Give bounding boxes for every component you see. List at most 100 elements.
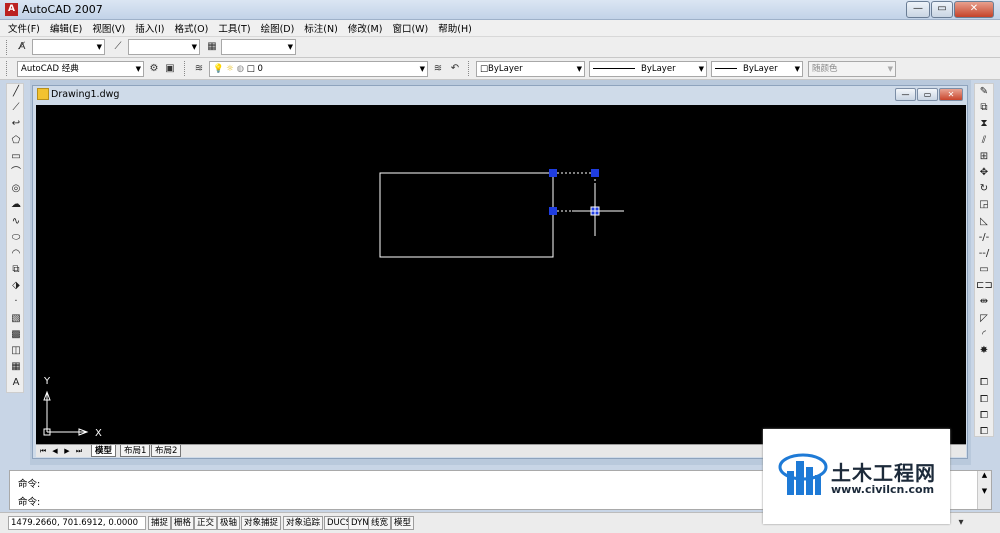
menu-file[interactable]: 文件(F) [8, 21, 40, 35]
make-layer-current-icon[interactable]: ≋ [430, 61, 446, 77]
insert-block-icon[interactable]: ⧉ [8, 262, 24, 278]
layer-manager-icon[interactable]: ≋ [191, 61, 207, 77]
line-icon[interactable]: ╱ [8, 84, 24, 100]
construction-line-icon[interactable]: ⟋ [8, 100, 24, 116]
arc-icon[interactable]: ⌒ [8, 165, 24, 181]
menu-tools[interactable]: 工具(T) [218, 21, 250, 35]
table-style-icon[interactable]: ▦ [204, 39, 220, 55]
explode-icon[interactable]: ✸ [976, 343, 992, 359]
draw-order-back-icon[interactable]: ⧠ [976, 392, 992, 408]
draw-order-under-icon[interactable]: ⧠ [976, 424, 992, 440]
point-icon[interactable]: · [8, 294, 24, 310]
coordinate-display[interactable]: 1479.2660, 701.6912, 0.0000 [8, 516, 146, 530]
grid-toggle[interactable]: 栅格 [171, 516, 195, 530]
revision-cloud-icon[interactable]: ☁ [8, 197, 24, 213]
menu-format[interactable]: 格式(O) [174, 21, 208, 35]
menu-modify[interactable]: 修改(M) [348, 21, 383, 35]
break-at-point-icon[interactable]: ▭ [976, 262, 992, 278]
dimension-style-select[interactable]: ▼ [128, 39, 200, 55]
maximize-button[interactable]: ▭ [931, 1, 953, 18]
erase-icon[interactable]: ✎ [976, 84, 992, 100]
drawing-maximize-button[interactable]: ▭ [917, 88, 938, 101]
tab-model[interactable]: 模型 [91, 445, 117, 457]
workspace-settings-icon[interactable]: ⚙ [146, 61, 162, 77]
dimension-style-icon[interactable]: ⟋ [110, 39, 126, 55]
command-scrollbar[interactable]: ▲ ▼ [977, 471, 991, 509]
first-tab-button[interactable]: ⏮ [38, 446, 48, 456]
command-prompt[interactable]: 命令: [18, 494, 40, 508]
trim-icon[interactable]: -/- [976, 230, 992, 246]
region-icon[interactable]: ◫ [8, 343, 24, 359]
hatch-icon[interactable]: ▧ [8, 311, 24, 327]
model-paper-toggle[interactable]: 模型 [391, 516, 415, 530]
grip-handle[interactable] [549, 207, 557, 215]
layer-select[interactable]: 💡 ☼ ◍ □ 0 ▼ [209, 61, 428, 77]
break-icon[interactable]: ⊏⊐ [976, 278, 993, 294]
grip-handle[interactable] [591, 169, 599, 177]
model-space[interactable]: Y X [36, 105, 966, 444]
polar-toggle[interactable]: 极轴 [217, 516, 241, 530]
chamfer-icon[interactable]: ◸ [976, 311, 992, 327]
prev-tab-button[interactable]: ◀ [50, 446, 60, 456]
lineweight-toggle[interactable]: 线宽 [368, 516, 392, 530]
draw-order-front-icon[interactable]: ⧠ [976, 375, 992, 391]
save-workspace-icon[interactable]: ▣ [162, 61, 178, 77]
close-button[interactable]: ✕ [954, 1, 994, 18]
copy-icon[interactable]: ⧉ [976, 100, 992, 116]
rotate-icon[interactable]: ↻ [976, 181, 992, 197]
autocad-app-icon[interactable]: A [5, 3, 18, 16]
drawing-close-button[interactable]: ✕ [939, 88, 963, 101]
drawing-canvas[interactable]: Y X [36, 105, 966, 444]
extend-icon[interactable]: --/ [976, 246, 992, 262]
draw-order-above-icon[interactable]: ⧠ [976, 408, 992, 424]
circle-icon[interactable]: ◎ [8, 181, 24, 197]
ellipse-icon[interactable]: ⬭ [8, 230, 24, 246]
stretch-icon[interactable]: ◺ [976, 214, 992, 230]
toolbar-grip[interactable] [184, 61, 187, 76]
lineweight-select[interactable]: ByLayer ▼ [711, 61, 803, 77]
move-icon[interactable]: ✥ [976, 165, 992, 181]
mirror-icon[interactable]: ⧗ [976, 116, 992, 132]
menu-edit[interactable]: 编辑(E) [50, 21, 82, 35]
fillet-icon[interactable]: ◜ [976, 327, 992, 343]
menu-window[interactable]: 窗口(W) [392, 21, 428, 35]
table-icon[interactable]: ▦ [8, 359, 24, 375]
otrack-toggle[interactable]: 对象追踪 [283, 516, 324, 530]
layer-previous-icon[interactable]: ↶ [447, 61, 463, 77]
polygon-icon[interactable]: ⬠ [8, 133, 24, 149]
grip-handle[interactable] [549, 169, 557, 177]
status-menu-icon[interactable]: ▾ [953, 515, 969, 531]
last-tab-button[interactable]: ⏭ [74, 446, 84, 456]
tab-layout2[interactable]: 布局2 [151, 445, 182, 457]
workspace-select[interactable]: AutoCAD 经典 ▼ [17, 61, 144, 77]
ellipse-arc-icon[interactable]: ◠ [8, 246, 24, 262]
osnap-toggle[interactable]: 对象捕捉 [241, 516, 282, 530]
ortho-toggle[interactable]: 正交 [194, 516, 218, 530]
table-style-select[interactable]: ▼ [221, 39, 296, 55]
polyline-icon[interactable]: ↩ [8, 116, 24, 132]
gradient-icon[interactable]: ▩ [8, 327, 24, 343]
offset-icon[interactable]: ⫽ [976, 133, 992, 149]
color-select[interactable]: □ByLayer ▼ [476, 61, 585, 77]
menu-dimension[interactable]: 标注(N) [304, 21, 338, 35]
menu-insert[interactable]: 插入(I) [135, 21, 164, 35]
toolbar-grip[interactable] [6, 40, 9, 55]
text-style-select[interactable]: ▼ [32, 39, 105, 55]
spline-icon[interactable]: ∿ [8, 214, 24, 230]
rectangle-entity[interactable] [379, 172, 554, 258]
menu-draw[interactable]: 绘图(D) [261, 21, 295, 35]
tab-layout1[interactable]: 布局1 [120, 445, 151, 457]
array-icon[interactable]: ⊞ [976, 149, 992, 165]
toolbar-grip[interactable] [468, 61, 471, 76]
multiline-text-icon[interactable]: A [8, 375, 24, 391]
next-tab-button[interactable]: ▶ [62, 446, 72, 456]
text-style-icon[interactable]: A̸ [14, 39, 30, 55]
menu-view[interactable]: 视图(V) [92, 21, 125, 35]
snap-toggle[interactable]: 捕捉 [148, 516, 172, 530]
join-icon[interactable]: ⇹ [976, 294, 992, 310]
minimize-button[interactable]: — [906, 1, 930, 18]
rectangle-icon[interactable]: ▭ [8, 149, 24, 165]
scale-icon[interactable]: ◲ [976, 197, 992, 213]
toolbar-grip[interactable] [6, 61, 9, 76]
drawing-minimize-button[interactable]: — [895, 88, 916, 101]
